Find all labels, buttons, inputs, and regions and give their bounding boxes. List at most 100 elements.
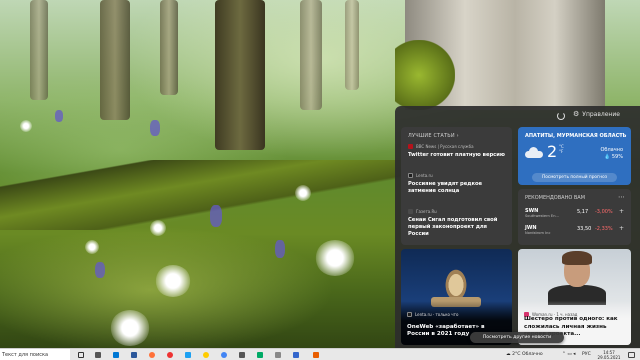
tree-trunk — [160, 0, 178, 95]
more-options-icon[interactable]: ⋯ — [618, 131, 625, 139]
source-logo-icon — [408, 173, 413, 178]
notification-icon[interactable] — [628, 352, 635, 358]
network-icon[interactable]: ▭ — [567, 352, 571, 357]
news-story[interactable]: Газета.Ru Сенаи Сигал подготовил свой пе… — [408, 209, 508, 238]
manage-label: Управление — [582, 111, 620, 118]
weather-temperature: 2 — [547, 142, 558, 161]
weather-condition: Облачно — [600, 147, 623, 153]
volume-icon[interactable]: ◂ — [573, 352, 575, 357]
chrome-icon[interactable] — [221, 352, 227, 358]
tree-trunk — [345, 0, 359, 90]
tree-trunk — [30, 0, 48, 100]
weather-location: АПАТИТЫ, МУРМАНСКАЯ ОБЛАСТЬ — [525, 133, 627, 139]
bluebell-flower — [150, 120, 160, 136]
full-forecast-button[interactable]: Посмотреть полный прогноз — [532, 173, 617, 182]
opera-icon[interactable] — [167, 352, 173, 358]
stock-company: Southwestern En... — [525, 214, 559, 218]
stock-change: -2,33% — [595, 226, 613, 232]
bluebell-flower — [95, 262, 105, 278]
firefox-icon[interactable] — [149, 352, 155, 358]
taskbar: Текст для поиска ☁ 2°C Облачно ⌃ ▭ ◂ РУС… — [0, 348, 640, 360]
unit-fahrenheit[interactable]: °F — [559, 149, 564, 154]
add-icon[interactable]: + — [619, 208, 624, 215]
bluebell-flower — [275, 240, 285, 258]
story-source: Газета.Ru — [408, 209, 508, 214]
app-icon[interactable] — [313, 352, 319, 358]
stock-change: -3,00% — [595, 209, 613, 215]
app-icon[interactable] — [275, 352, 281, 358]
app-icon[interactable] — [95, 352, 101, 358]
stocks-title: РЕКОМЕНДОВАНО ВАМ — [525, 195, 586, 201]
weather-widget-button[interactable]: ☁ 2°C Облачно — [506, 349, 543, 360]
weather-card[interactable]: АПАТИТЫ, МУРМАНСКАЯ ОБЛАСТЬ ⋯ 2 °C °F Об… — [518, 127, 631, 185]
manage-button[interactable]: ⚙ Управление — [573, 110, 620, 119]
temperature-units[interactable]: °C °F — [559, 144, 564, 154]
source-name: BBC News | Русская служба — [416, 144, 474, 149]
stock-price: 5,17 — [577, 209, 589, 215]
source-logo-icon — [408, 144, 413, 149]
taskbar-search-input[interactable]: Текст для поиска — [0, 349, 70, 360]
language-indicator[interactable]: РУС — [582, 349, 591, 360]
anemone-flower — [85, 240, 99, 254]
bluebell-flower — [210, 205, 222, 227]
source-logo-icon — [408, 209, 413, 214]
stock-price: 33,50 — [577, 226, 592, 232]
news-story[interactable]: Lenta.ru Россияне увидят редкое затмение… — [408, 173, 508, 195]
story-headline: Сенаи Сигал подготовил свой первый закон… — [408, 217, 498, 238]
chevron-up-icon[interactable]: ⌃ — [562, 352, 566, 357]
top-stories-title[interactable]: ЛУЧШИЕ СТАТЬИ › — [408, 133, 459, 139]
app-icon[interactable] — [293, 352, 299, 358]
anemone-flower — [315, 240, 355, 276]
precipitation: 💧 59% — [604, 154, 623, 160]
app-icon[interactable] — [131, 352, 137, 358]
stocks-card: РЕКОМЕНДОВАНО ВАМ ⋯ SWN Southwestern En.… — [518, 189, 631, 245]
source-logo-icon — [407, 312, 412, 317]
panel-header: ⚙ Управление — [395, 106, 640, 126]
source-name: Lenta.ru · только что — [415, 312, 459, 317]
clock-date: 29.05.2021 — [597, 355, 621, 360]
story-source: BBC News | Русская служба — [408, 144, 508, 149]
anemone-flower — [20, 120, 32, 132]
add-icon[interactable]: + — [619, 225, 624, 232]
story-headline: Twitter готовит платную версию — [408, 152, 505, 158]
cloud-icon — [525, 147, 543, 158]
source-name: Газета.Ru — [416, 209, 437, 214]
top-stories-card: ЛУЧШИЕ СТАТЬИ › BBC News | Русская служб… — [401, 127, 512, 245]
anemone-flower — [295, 185, 311, 201]
refresh-icon[interactable] — [557, 112, 565, 120]
more-options-icon[interactable]: ⋯ — [618, 193, 625, 201]
story-headline: Россияне увидят редкое затмение солнца — [408, 181, 483, 195]
story-source: Lenta.ru · только что — [407, 312, 458, 317]
taskbar-weather: Облачно — [521, 352, 543, 357]
clock[interactable]: 14:57 29.05.2021 — [596, 350, 622, 360]
tree-trunk — [300, 0, 322, 110]
source-name: Lenta.ru — [416, 173, 433, 178]
anemone-flower — [155, 265, 191, 297]
tree-trunk — [100, 0, 130, 120]
news-image-card[interactable]: Woman.ru · 1 ч. назад Шестеро против одн… — [518, 249, 631, 345]
stock-company: Nordstrom Inc — [525, 231, 551, 235]
tray-icons[interactable]: ⌃ ▭ ◂ — [562, 349, 575, 360]
story-source: Lenta.ru — [408, 173, 508, 178]
gear-icon: ⚙ — [573, 110, 580, 118]
widgets-panel: ⚙ Управление ЛУЧШИЕ СТАТЬИ › BBC News | … — [395, 106, 640, 348]
news-image — [562, 251, 592, 265]
more-news-button[interactable]: Посмотреть другие новости — [470, 332, 564, 343]
store-icon[interactable] — [113, 352, 119, 358]
anemone-flower — [150, 220, 166, 236]
stock-row[interactable]: JWN Nordstrom Inc 33,50 -2,33% + — [525, 225, 625, 239]
tree-trunk — [215, 0, 265, 150]
cloud-icon: ☁ — [506, 352, 511, 357]
stock-row[interactable]: SWN Southwestern En... 5,17 -3,00% + — [525, 208, 625, 222]
app-icon[interactable] — [185, 352, 191, 358]
anemone-flower — [110, 310, 150, 346]
bluebell-flower — [55, 110, 63, 122]
moss — [395, 40, 455, 110]
yandex-browser-icon[interactable] — [203, 352, 209, 358]
news-image-card[interactable]: Lenta.ru · только что OneWeb «заработает… — [401, 249, 512, 345]
news-story[interactable]: BBC News | Русская служба Twitter готови… — [408, 144, 508, 159]
app-icon[interactable] — [239, 352, 245, 358]
taskbar-temp: 2°C — [512, 352, 521, 357]
task-view-icon[interactable] — [78, 352, 84, 358]
app-icon[interactable] — [257, 352, 263, 358]
